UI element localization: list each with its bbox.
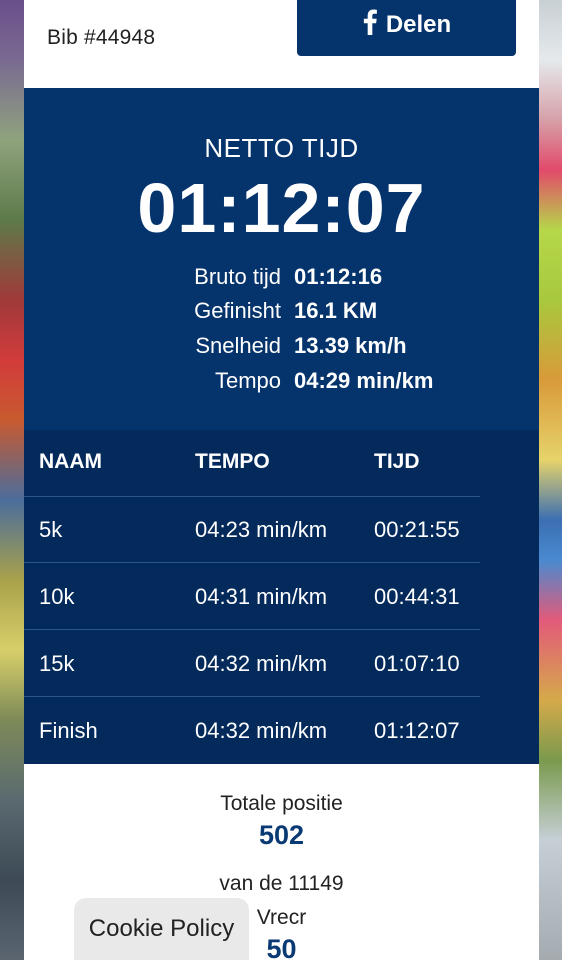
stat-value: 13.39 km/h (294, 333, 407, 358)
stat-label: Tempo (214, 368, 281, 393)
stat-row-finished: Gefinisht 16.1 KM (24, 298, 539, 328)
column-header-name: NAAM (39, 450, 102, 473)
stat-value: 16.1 KM (294, 298, 378, 323)
split-time: 01:07:10 (374, 651, 460, 676)
table-row: 5k 04:23 min/km 00:21:55 (24, 496, 480, 563)
table-row: 15k 04:32 min/km 01:07:10 (24, 630, 480, 697)
share-button[interactable]: Delen (297, 0, 516, 56)
total-participants: van de 11149 (219, 872, 344, 895)
net-time-label: NETTO TIJD (204, 133, 359, 163)
result-card: Bib #44948 Delen NETTO TIJD 01:12:07 Bru… (24, 0, 539, 960)
bib-number: Bib #44948 (47, 26, 156, 49)
table-row: 10k 04:31 min/km 00:44:31 (24, 563, 480, 630)
split-time: 00:44:31 (374, 584, 460, 609)
split-name: 5k (39, 517, 63, 542)
background-right (539, 0, 562, 960)
split-time: 01:12:07 (374, 718, 460, 743)
table-row: Finish 04:32 min/km 01:12:07 (24, 697, 480, 764)
total-position-label: Totale positie (220, 792, 343, 815)
cookie-policy-button[interactable]: Cookie Policy (74, 898, 249, 960)
total-position-value: 502 (258, 820, 305, 850)
split-name: 15k (39, 651, 75, 676)
net-time-value: 01:12:07 (137, 169, 426, 247)
splits-header-row: NAAM TEMPO TIJD (24, 430, 480, 497)
split-name: 10k (39, 584, 75, 609)
stat-value: 01:12:16 (294, 264, 383, 289)
split-tempo: 04:31 min/km (195, 584, 328, 609)
split-name: Finish (39, 718, 98, 743)
stat-label: Bruto tijd (194, 264, 281, 289)
result-header: Bib #44948 Delen (24, 0, 539, 88)
split-tempo: 04:32 min/km (195, 651, 328, 676)
stat-row-gross-time: Bruto tijd 01:12:16 (24, 264, 539, 294)
stat-row-speed: Snelheid 13.39 km/h (24, 333, 539, 363)
split-tempo: 04:23 min/km (195, 517, 328, 542)
split-time: 00:21:55 (374, 517, 460, 542)
stat-value: 04:29 min/km (294, 368, 434, 393)
splits-table: NAAM TEMPO TIJD 5k 04:23 min/km 00:21:55… (24, 430, 539, 764)
split-tempo: 04:32 min/km (195, 718, 328, 743)
share-label: Delen (385, 11, 452, 38)
stat-label: Snelheid (195, 333, 281, 358)
net-time-panel: NETTO TIJD 01:12:07 Bruto tijd 01:12:16 … (24, 88, 539, 430)
column-header-tempo: TEMPO (195, 450, 270, 473)
background-left (0, 0, 24, 960)
facebook-icon (362, 8, 378, 42)
stat-row-pace: Tempo 04:29 min/km (24, 368, 539, 398)
stat-label: Gefinisht (194, 298, 281, 323)
column-header-time: TIJD (374, 450, 420, 473)
